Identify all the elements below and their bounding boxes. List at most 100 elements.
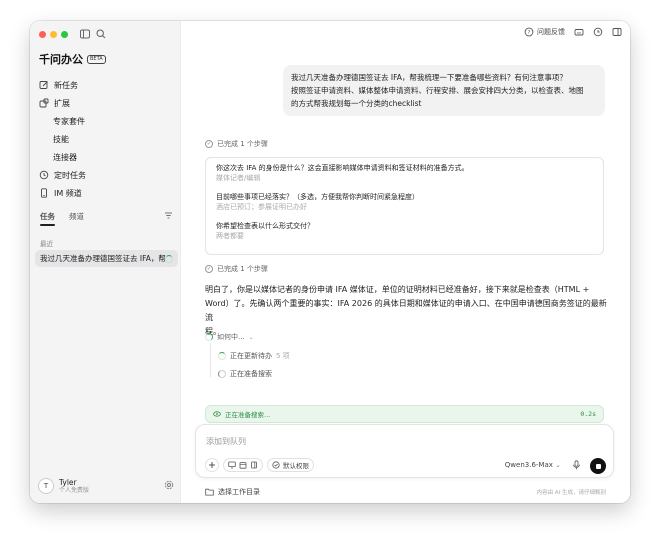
topbar: ? 问题反馈 [524,27,622,37]
thinking-label: 如何中... [217,333,245,341]
user-message-line: 我过几天准备办理德国签证去 IFA，帮我梳理一下要准备哪些资料？有何注意事项？ [291,73,567,82]
recent-section-label: 最近 [40,240,53,248]
sidebar-toggle-icon[interactable] [79,28,91,40]
window-controls [39,31,68,38]
permission-label: 默认权限 [283,462,309,470]
check-circle-icon: ✓ [205,265,213,273]
panel-toggle-icon[interactable] [612,27,622,37]
question-text: 你希望检查表以什么形式交付？ [216,222,314,230]
model-selector[interactable]: Qwen3.6-Max ⌄ [505,461,561,469]
monitor-icon [228,461,236,469]
sub-step-count: 5 项 [276,352,290,360]
feedback-label: 问题反馈 [537,28,565,36]
sidebar-item-label: 技能 [53,134,69,144]
shield-check-icon [272,461,280,469]
clock-icon [39,170,49,180]
chevron-down-icon: ⌄ [555,461,561,469]
user-message-line: 按照签证申请资料、媒体整体申请资料、行程安排、展会安排四大分类，以检查表、地图 [291,86,584,95]
sidebar-item-connectors[interactable]: 连接器 [39,148,175,166]
gear-icon[interactable] [164,480,174,490]
search-icon[interactable] [95,28,107,40]
context-tools-button[interactable] [223,458,263,472]
user-name: Tyler [59,477,77,487]
phone-icon [41,188,47,198]
sidebar-item-label: 定时任务 [54,170,86,180]
permission-button[interactable]: 默认权限 [267,458,314,472]
sidebar-item-label: 专家套件 [53,116,85,126]
answer-text: 媒体记者/编辑 [216,174,261,182]
user-info: Tyler 个人免费版 [59,478,89,495]
answer-line: 明白了，你是以媒体记者的身份申请 IFA 媒体证，单位的证明材料已经准备好，接下… [205,285,590,294]
main-panel: ? 问题反馈 我过几天准备办理德国签证去 IFA，帮我梳理一下要准备哪些资料？有… [181,21,630,503]
ai-disclaimer: 内容由 AI 生成，请仔细甄别 [536,490,606,496]
sub-step-label: 正在更新待办 [230,352,272,360]
minimize-window-button[interactable] [50,31,57,38]
completed-steps-label: 已完成 1 个步骤 [217,265,268,273]
sidebar-item-label: 新任务 [54,80,78,90]
spinner-icon [218,352,226,360]
user-plan: 个人免费版 [59,486,90,494]
sidebar-item-label: IM 频道 [54,188,82,198]
sidebar-item-expert-suite[interactable]: 专家套件 [39,112,175,130]
queue-input[interactable]: 添加到队列 [206,436,246,447]
close-window-button[interactable] [39,31,46,38]
completed-steps-1[interactable]: ✓ 已完成 1 个步骤 [205,139,268,149]
microphone-icon[interactable] [572,460,581,470]
tab-tasks[interactable]: 任务 [40,211,55,226]
status-label: 正在准备搜索... [225,411,271,419]
user-profile[interactable]: T Tyler 个人免费版 [38,477,176,495]
sidebar-item-label: 扩展 [54,98,70,108]
add-attachment-button[interactable] [205,458,219,472]
completed-steps-label: 已完成 1 个步骤 [217,140,268,148]
sidebar-item-im-channel[interactable]: IM 频道 [39,184,175,202]
tab-channels[interactable]: 频道 [69,211,84,222]
answer-line: 程。 [205,327,221,336]
running-spinner-icon [165,254,173,263]
tablet-icon [251,461,257,469]
filter-icon[interactable] [164,211,173,220]
avatar: T [38,478,54,494]
plus-icon [209,462,215,468]
recent-task-item[interactable]: 我过几天准备办理德国签证去 IFA，帮我梳理一下要准备哪些资料？ [35,250,178,267]
extension-icon [39,98,49,108]
status-time: 0.2s [580,410,596,418]
sidebar-item-scheduled-tasks[interactable]: 定时任务 [39,166,175,184]
sub-step-preparing-search: 正在准备搜索 [218,369,272,379]
sidebar-nav: 新任务 扩展 专家套件 技能 连接器 定时任务 IM 频道 [39,76,175,202]
folder-icon [205,488,214,496]
edit-icon [39,81,48,89]
sub-step-label: 正在准备搜索 [230,370,272,378]
completed-steps-2[interactable]: ✓ 已完成 1 个步骤 [205,264,268,274]
app-window: 千问办公 BETA 新任务 扩展 专家套件 技能 连接器 定时任务 IM 频道 … [30,21,630,503]
questions-card: 你这次去 IFA 的身份是什么？这会直接影响媒体申请资料和签证材料的准备方式。 … [205,157,604,255]
composer-tools: 默认权限 [205,458,314,472]
status-bar: 正在准备搜索... 0.2s [205,405,604,423]
assistant-answer: 明白了，你是以媒体记者的身份申请 IFA 媒体证，单位的证明材料已经准备好，接下… [205,283,607,339]
sidebar-tabs: 任务 频道 [40,211,173,226]
thinking-toggle[interactable]: 如何中... ⌄ [205,332,254,342]
workdir-label: 选择工作目录 [218,488,260,496]
check-circle-icon: ✓ [205,140,213,148]
composer: 添加到队列 默认权限 Qwen3.6-Max ⌄ [195,424,614,478]
pending-circle-icon [218,370,226,378]
app-name: 千问办公 [39,53,83,66]
maximize-window-button[interactable] [61,31,68,38]
keyboard-icon[interactable] [574,27,584,37]
svg-text:?: ? [528,30,531,36]
sidebar-item-skills[interactable]: 技能 [39,130,175,148]
user-message-bubble: 我过几天准备办理德国签证去 IFA，帮我梳理一下要准备哪些资料？有何注意事项？ … [283,65,605,116]
model-label: Qwen3.6-Max [504,461,553,469]
sidebar-item-extensions[interactable]: 扩展 [39,94,175,112]
feedback-button[interactable]: ? 问题反馈 [524,27,565,37]
question-text: 你这次去 IFA 的身份是什么？这会直接影响媒体申请资料和签证材料的准备方式。 [216,164,469,172]
steps-connector-line [210,343,211,377]
stop-button[interactable] [590,458,606,474]
select-workdir-button[interactable]: 选择工作目录 [205,487,260,497]
sidebar-item-label: 连接器 [53,152,77,162]
sidebar: 千问办公 BETA 新任务 扩展 专家套件 技能 连接器 定时任务 IM 频道 … [30,21,181,503]
answer-text: 酒店已预订；参展证明已办好 [216,203,307,211]
answer-line: Word）了。先确认两个重要的事实：IFA 2026 的具体日期和媒体证的申请入… [205,299,607,322]
sidebar-item-new-task[interactable]: 新任务 [39,76,175,94]
sub-step-updating-todos: 正在更新待办 5 项 [218,351,290,361]
history-icon[interactable] [593,27,603,37]
